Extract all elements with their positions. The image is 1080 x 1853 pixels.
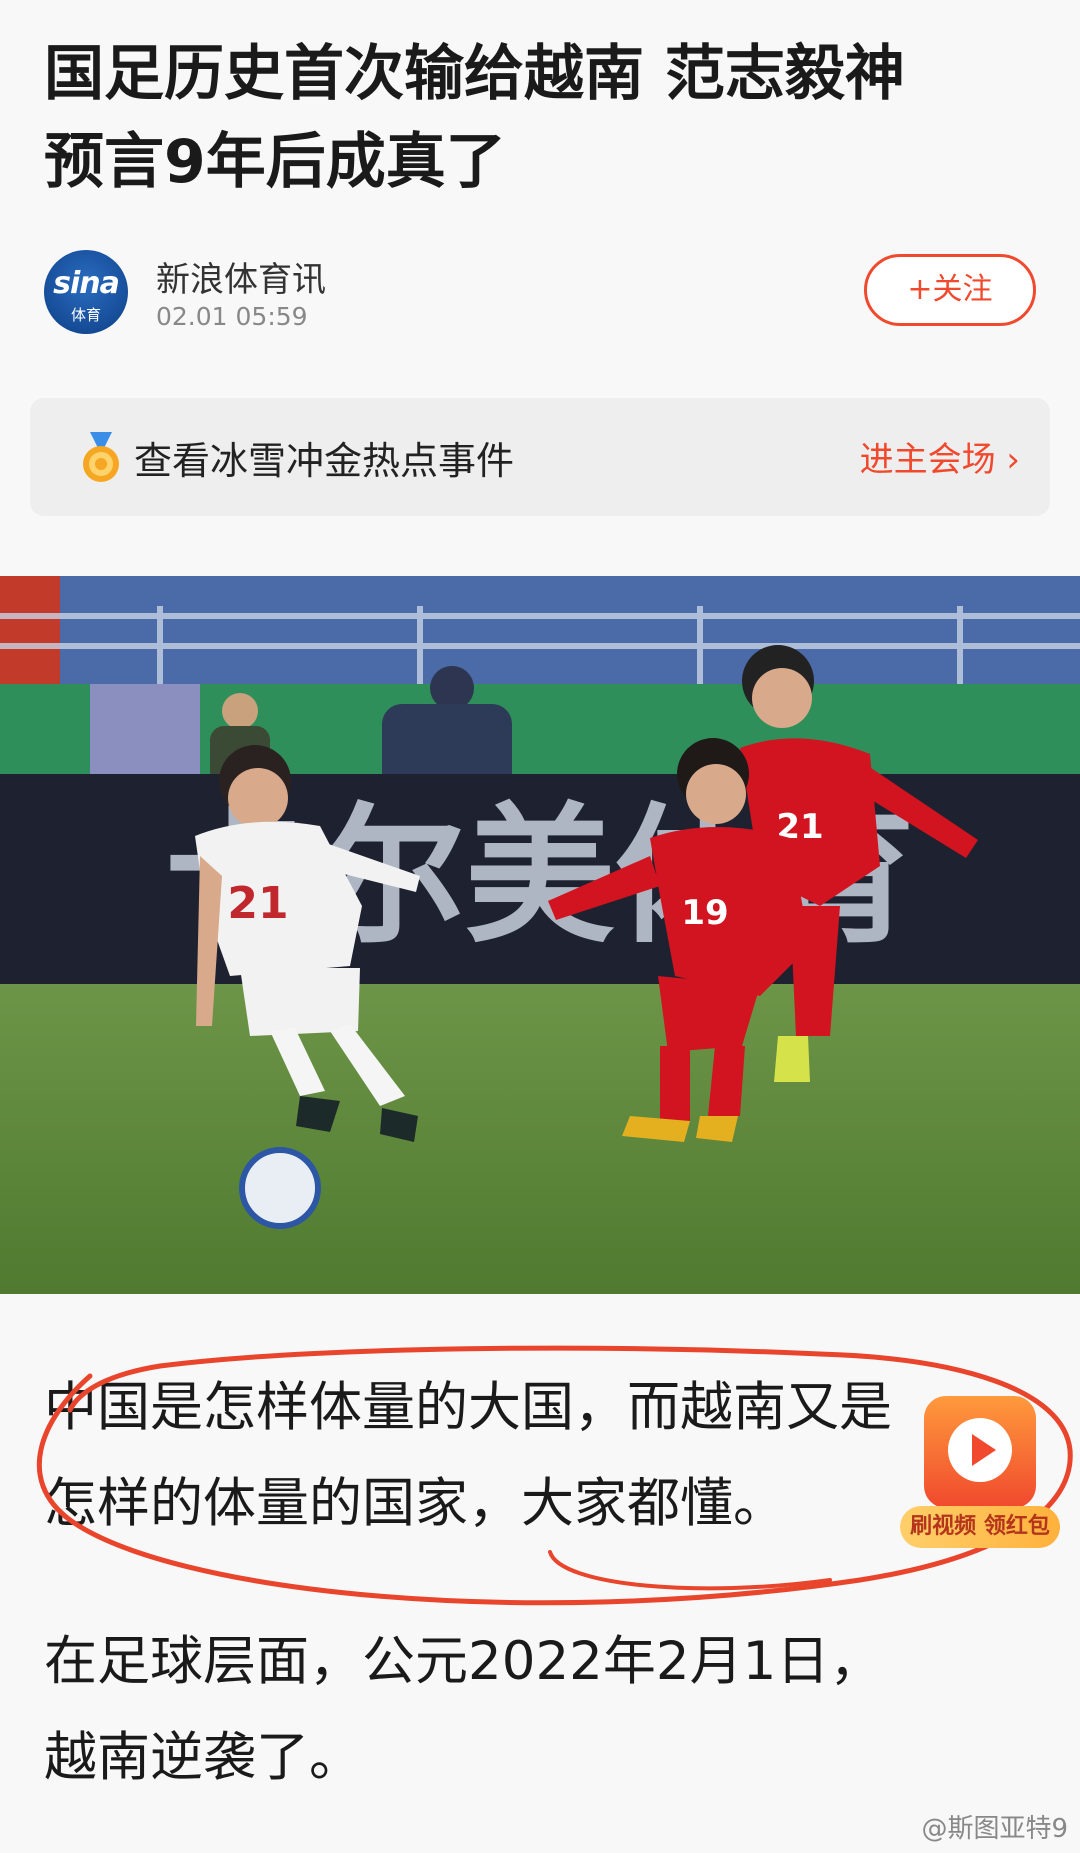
- body-paragraph-2-line-2: 越南逆袭了。: [44, 1727, 362, 1788]
- home-shirt-number: 21: [227, 878, 288, 929]
- promo-banner[interactable]: 查看冰雪冲金热点事件 进主会场 ›: [30, 398, 1050, 516]
- article-title-line-2: 预言9年后成真了: [44, 127, 506, 197]
- body-paragraph-1: 中国是怎样体量的大国，而越南又是 怎样的体量的国家，大家都懂。: [44, 1360, 1044, 1552]
- article-title-line-1: 国足历史首次输给越南 范志毅神: [44, 39, 905, 109]
- body-paragraph-1-line-1: 中国是怎样体量的大国，而越南又是: [44, 1377, 892, 1438]
- article-title: 国足历史首次输给越南 范志毅神 预言9年后成真了: [44, 30, 1044, 206]
- body-paragraph-1-line-2: 怎样的体量的国家，大家都懂。: [44, 1473, 786, 1534]
- body-paragraph-2-line-1: 在足球层面，公元2022年2月1日，: [44, 1631, 883, 1692]
- publish-time: 02.01 05:59: [156, 302, 308, 331]
- video-redpacket-button[interactable]: 刷视频 领红包: [900, 1396, 1060, 1552]
- sina-logo-subtext: 体育: [70, 306, 101, 324]
- promo-banner-text: 查看冰雪冲金热点事件: [134, 439, 515, 483]
- video-redpacket-label: 刷视频 领红包: [900, 1506, 1060, 1548]
- article-photo[interactable]: 卡尔美体育 21 21 19: [0, 576, 1080, 1294]
- author-name[interactable]: 新浪体育讯: [156, 252, 326, 301]
- sina-logo-text: sina: [53, 266, 120, 301]
- away-shirt-number-19: 19: [681, 893, 728, 933]
- body-paragraph-2: 在足球层面，公元2022年2月1日， 越南逆袭了。: [44, 1614, 1044, 1806]
- football: [239, 1147, 321, 1229]
- weibo-watermark: @斯图亚特9: [921, 1814, 1068, 1844]
- follow-button[interactable]: +关注: [864, 254, 1036, 326]
- enter-main-venue-link[interactable]: 进主会场 ›: [860, 432, 1020, 481]
- medal-icon: [83, 432, 119, 482]
- play-icon: [924, 1396, 1036, 1508]
- pitch: [0, 984, 1080, 1294]
- author-avatar[interactable]: sina 体育: [44, 250, 128, 334]
- author-row: sina 体育 新浪体育讯 02.01 05:59 +关注: [44, 246, 1036, 346]
